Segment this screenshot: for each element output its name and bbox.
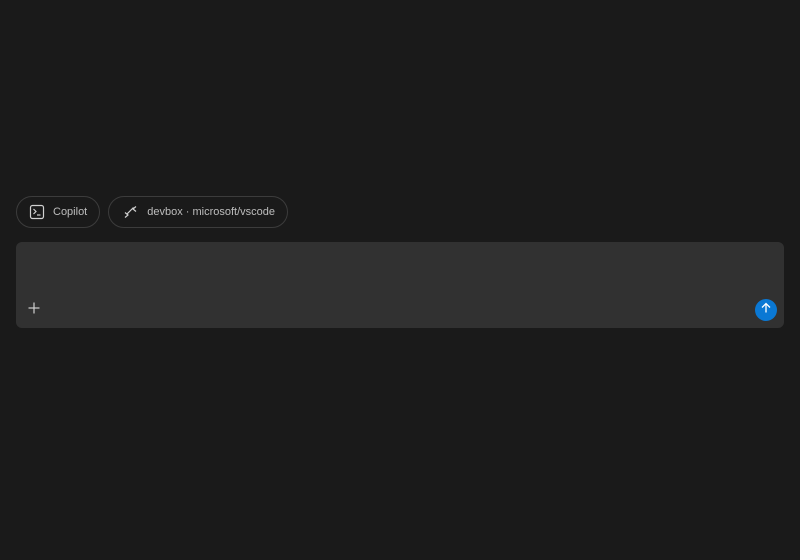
remote-chip-label: devbox · microsoft/vscode [147,206,276,218]
arrow-up-icon [760,301,772,319]
chat-composer [16,242,784,328]
add-context-button[interactable] [24,300,44,320]
chat-page: Copilot devbox · microsoft/vscode [0,0,800,560]
agent-chip[interactable]: Copilot [16,196,101,228]
plus-icon [27,301,41,320]
send-button[interactable] [755,299,777,321]
chat-input[interactable] [28,252,772,294]
remote-connection-icon [123,204,139,220]
agent-chip-label: Copilot [53,206,88,218]
remote-chip[interactable]: devbox · microsoft/vscode [108,196,289,228]
context-chips: Copilot devbox · microsoft/vscode [16,196,289,228]
terminal-icon [29,204,45,220]
